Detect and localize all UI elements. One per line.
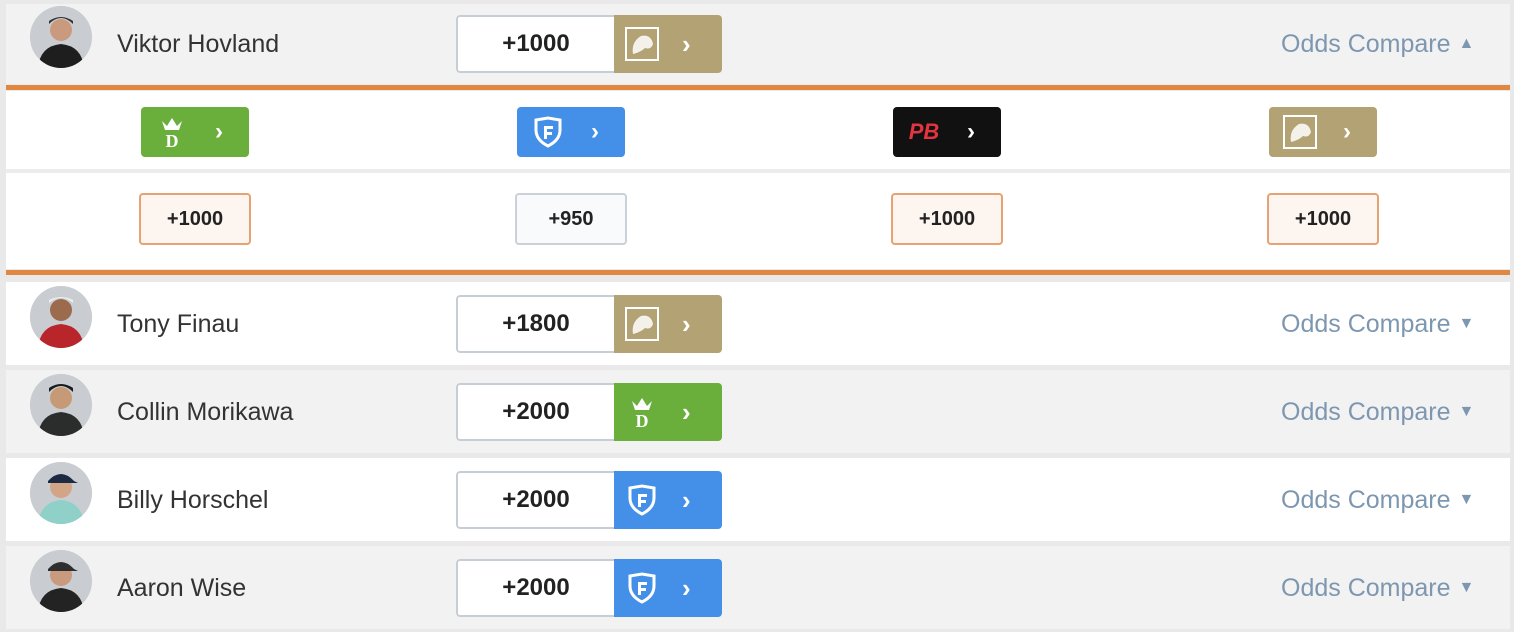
betmgm-odds-button[interactable]: +1000 [1267,193,1379,245]
odds-compare-panel: D › › PB › › +1000 +950 +1000 +1000 [6,91,1510,269]
draftkings-book-button[interactable]: D › [141,107,249,157]
chevron-right-icon: › [682,396,691,427]
svg-text:D: D [636,411,649,429]
sportsbook-link[interactable]: D › [614,383,722,441]
player-row[interactable]: Tony Finau +1800 › Odds Compare ▼ [6,282,1510,365]
player-row[interactable]: Viktor Hovland +1000 › Odds Compare ▲ [6,4,1510,84]
chevron-down-icon: ▼ [1458,491,1475,508]
odds-value: +2000 [456,383,614,441]
fanduel-odds-button[interactable]: +950 [515,193,627,245]
player-name[interactable]: Viktor Hovland [117,29,279,59]
player-name[interactable]: Billy Horschel [117,485,268,515]
odds-compare-label: Odds Compare [1281,30,1451,58]
odds-value: +1000 [456,15,614,73]
draftkings-crown-icon: D [614,383,670,441]
odds-compare-toggle[interactable]: Odds Compare ▼ [1281,573,1474,603]
best-odds-button[interactable]: +2000 › [456,559,722,617]
betmgm-lion-icon [614,295,670,353]
chevron-right-icon: › [682,308,691,339]
sportsbook-link[interactable]: › [614,559,722,617]
pointsbet-logo-icon: PB [908,119,940,144]
odds-compare-toggle[interactable]: Odds Compare ▼ [1281,485,1474,515]
pointsbet-odds-button[interactable]: +1000 [891,193,1003,245]
odds-compare-label: Odds Compare [1281,398,1451,426]
odds-compare-label: Odds Compare [1281,310,1451,338]
sportsbook-link[interactable]: › [614,295,722,353]
chevron-up-icon: ▲ [1458,35,1475,52]
odds-value: +2000 [456,559,614,617]
fanduel-shield-icon [614,559,670,617]
player-name[interactable]: Collin Morikawa [117,397,293,427]
expanded-top-border [6,85,1510,90]
fanduel-shield-icon [614,471,670,529]
chevron-right-icon: › [682,28,691,59]
odds-compare-toggle[interactable]: Odds Compare ▼ [1281,309,1474,339]
betmgm-lion-icon [614,15,670,73]
betmgm-lion-icon [1269,107,1331,157]
draftkings-odds-button[interactable]: +1000 [139,193,251,245]
chevron-right-icon: › [591,118,599,145]
player-row[interactable]: Aaron Wise +2000 › Odds Compare ▼ [6,546,1510,629]
svg-text:D: D [166,131,179,149]
player-row[interactable]: Collin Morikawa +2000 D › Odds Compare ▼ [6,370,1510,453]
fanduel-book-button[interactable]: › [517,107,625,157]
avatar [30,286,92,348]
avatar [30,374,92,436]
pointsbet-book-button[interactable]: PB › [893,107,1001,157]
avatar [30,550,92,612]
odds-compare-label: Odds Compare [1281,574,1451,602]
sportsbook-link[interactable]: › [614,471,722,529]
avatar [30,6,92,68]
chevron-right-icon: › [1343,118,1351,145]
chevron-right-icon: › [967,118,975,145]
betmgm-book-button[interactable]: › [1269,107,1377,157]
player-name[interactable]: Tony Finau [117,309,239,339]
player-name[interactable]: Aaron Wise [117,573,246,603]
avatar [30,462,92,524]
odds-value: +1800 [456,295,614,353]
best-odds-button[interactable]: +2000 D › [456,383,722,441]
chevron-right-icon: › [682,484,691,515]
chevron-down-icon: ▼ [1458,315,1475,332]
expanded-bottom-border [6,270,1510,275]
odds-value: +2000 [456,471,614,529]
chevron-right-icon: › [215,118,223,145]
chevron-down-icon: ▼ [1458,403,1475,420]
best-odds-button[interactable]: +1000 › [456,15,722,73]
chevron-right-icon: › [682,572,691,603]
fanduel-shield-icon [517,107,579,157]
odds-compare-label: Odds Compare [1281,486,1451,514]
odds-compare-toggle[interactable]: Odds Compare ▼ [1281,397,1474,427]
sportsbook-link[interactable]: › [614,15,722,73]
chevron-down-icon: ▼ [1458,579,1475,596]
player-row[interactable]: Billy Horschel +2000 › Odds Compare ▼ [6,458,1510,541]
divider [6,169,1510,173]
best-odds-button[interactable]: +1800 › [456,295,722,353]
draftkings-crown-icon: D [141,107,203,157]
odds-compare-toggle[interactable]: Odds Compare ▲ [1281,29,1474,59]
best-odds-button[interactable]: +2000 › [456,471,722,529]
